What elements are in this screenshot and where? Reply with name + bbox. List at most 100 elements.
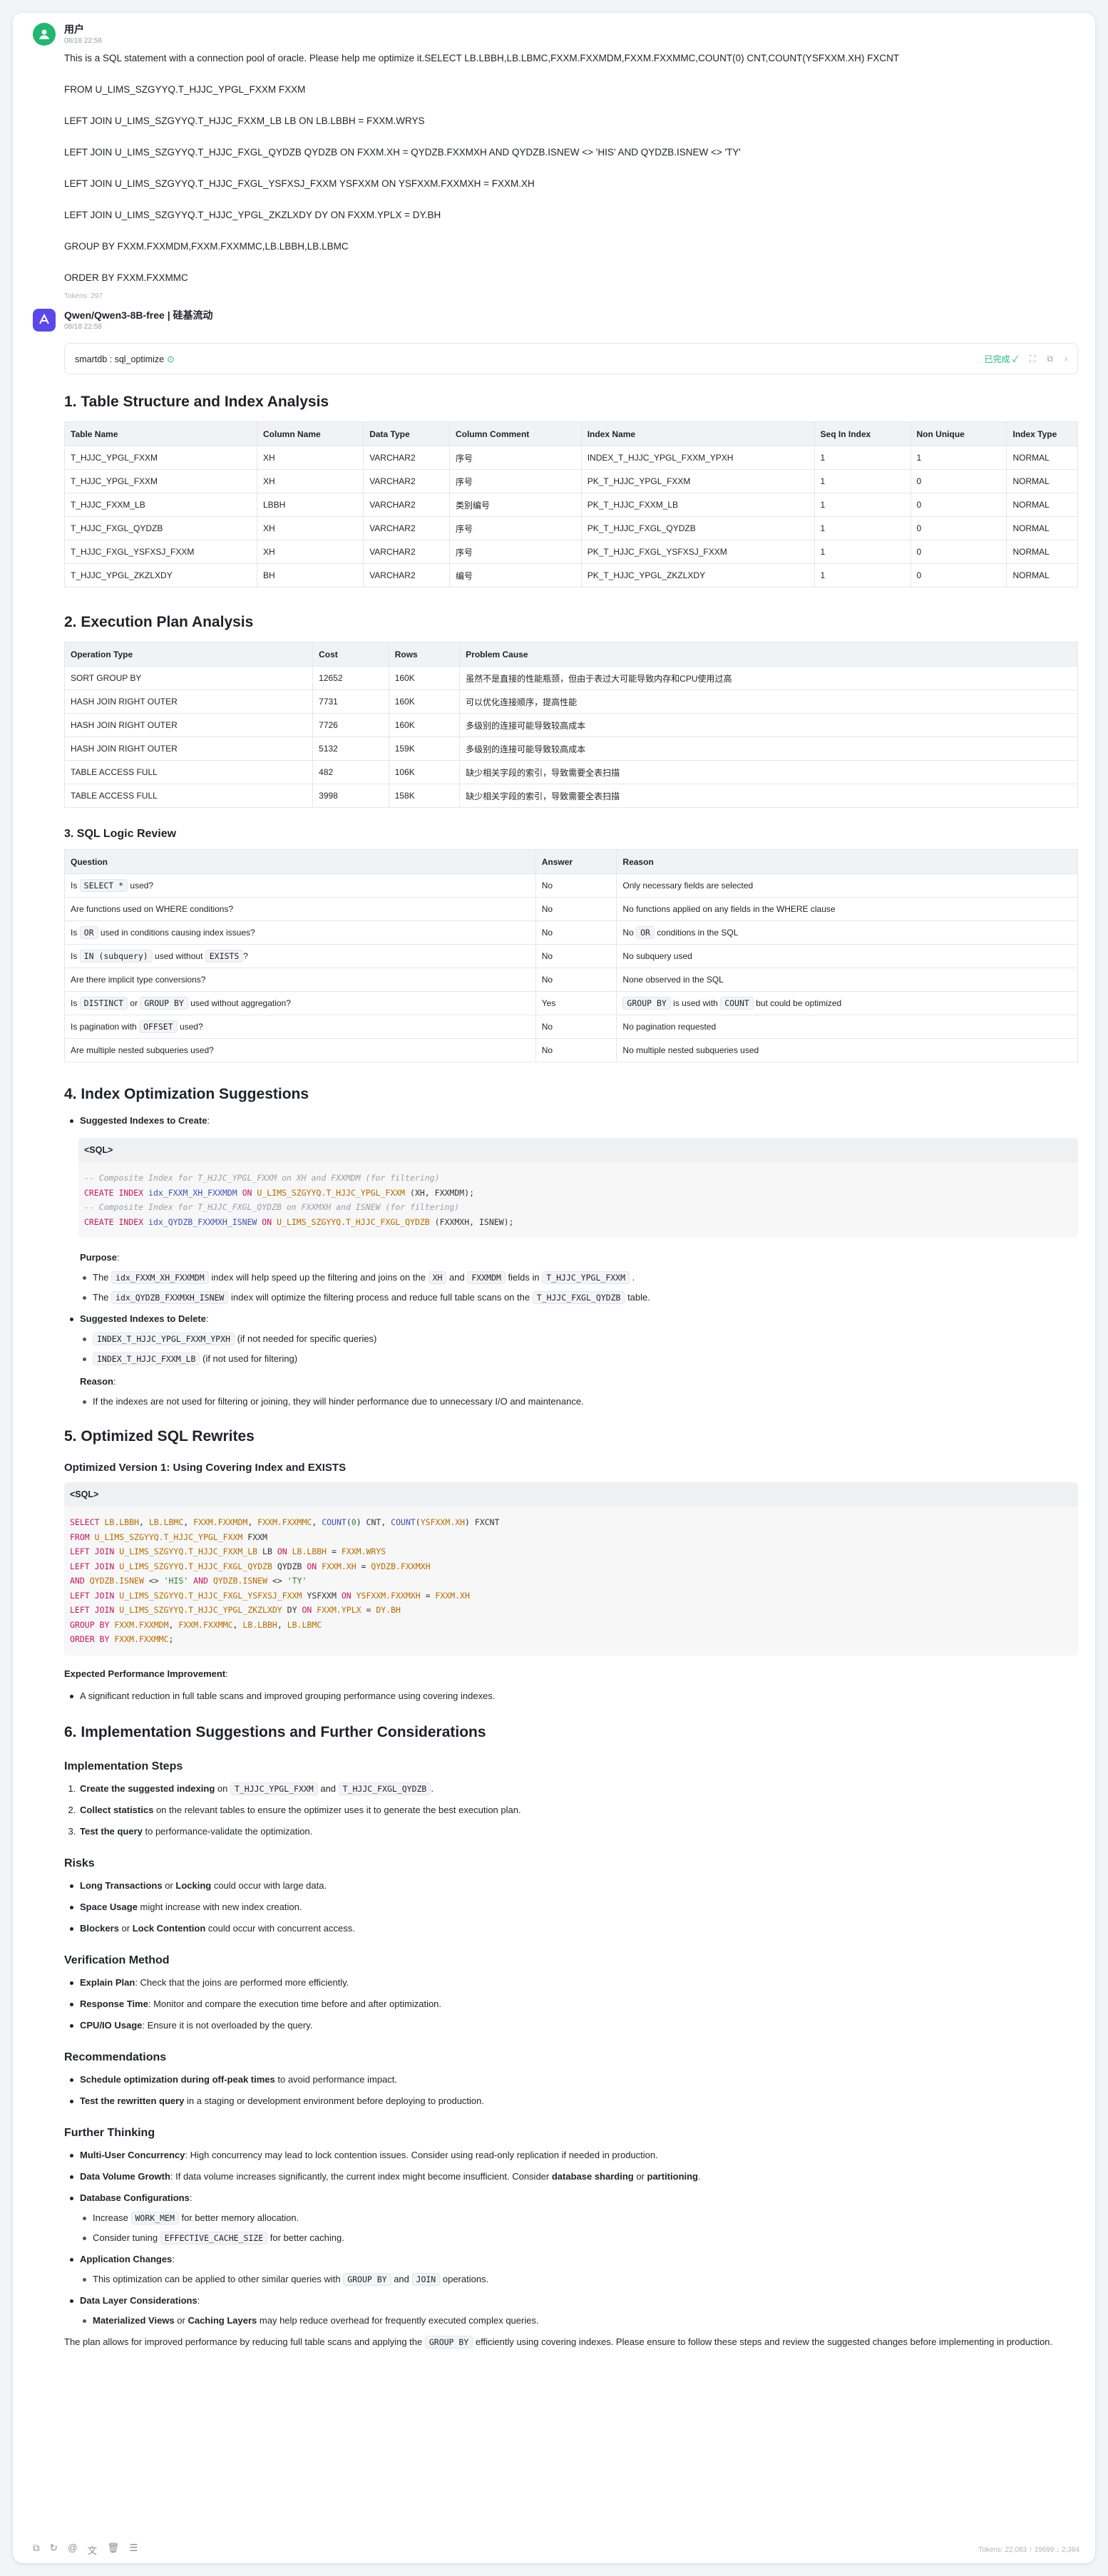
table-cell: T_HJJC_YPGL_FXXM — [64, 469, 257, 493]
user-timestamp: 08/18 22:58 — [64, 37, 102, 45]
text: 序号 — [455, 547, 473, 558]
plan-table: Operation Type Cost Rows Problem Cause SORT … — [63, 642, 1078, 808]
text: Data Volume Growth — [80, 2170, 170, 2182]
table-cell: NORMAL — [1006, 563, 1078, 587]
text: HASH JOIN RIGHT OUTER — [71, 744, 178, 754]
table-cell: Is pagination with OFFSET used? — [64, 1015, 536, 1039]
text: on — [215, 1782, 230, 1794]
perf-list: A significant reduction in full table sc… — [70, 1689, 1078, 1703]
table-cell: LBBH — [256, 493, 364, 517]
text: T_HJJC_FXGL_YSFXSJ_FXXM — [71, 547, 195, 557]
inline-code: COUNT — [720, 997, 754, 1010]
table-cell: T_HJJC_FXGL_YSFXSJ_FXXM — [64, 540, 257, 564]
translate-icon[interactable]: 文 — [88, 2542, 98, 2557]
subsection-title: Risks — [64, 1857, 95, 1869]
text: 7726 — [319, 720, 338, 730]
text: 可以优化连接顺序，提高性能 — [466, 697, 578, 707]
impl-steps: Create the suggested indexing on T_HJJC_… — [78, 1782, 1078, 1839]
table-cell: No subquery used — [616, 944, 1078, 968]
inline-code: T_HJJC_YPGL_FXXM — [230, 1782, 318, 1795]
text: 7731 — [319, 697, 338, 707]
table-cell: 缺少相关字段的索引，导致需要全表扫描 — [459, 784, 1078, 808]
tool-call-card[interactable]: smartdb : sql_optimize ⊙ 已完成 ✓ ⛶ ⧉ › — [64, 343, 1078, 374]
regenerate-icon[interactable]: ↻ — [50, 2542, 58, 2557]
check-circle-icon: ⊙ — [167, 354, 175, 364]
column-header: Cost — [312, 642, 389, 667]
list-item: Materialized Views or Caching Layers may… — [83, 2314, 1078, 2328]
chevron-right-icon[interactable]: › — [1065, 354, 1067, 364]
text: Database Configurations — [80, 2192, 190, 2203]
text: 0 — [916, 523, 922, 533]
bot-message-header: Qwen/Qwen3-8B-free | 硅基流动 08/18 22:58 — [33, 309, 1079, 332]
text: 多级别的连接可能导致较高成本 — [466, 744, 586, 754]
index-suggestion-list: Suggested Indexes to Create: <SQL> -- Co… — [70, 1114, 1078, 1409]
section-title: 5. Optimized SQL Rewrites — [64, 1428, 255, 1444]
text: T_HJJC_FXXM_LB — [71, 500, 145, 510]
copy-icon[interactable]: ⧉ — [33, 2542, 40, 2557]
list-item: Schedule optimization during off-peak ti… — [70, 2073, 1078, 2087]
subsection-title: Optimized Version 1: Using Covering Inde… — [64, 1462, 347, 1474]
text: could occur with large data. — [211, 1879, 327, 1891]
reason-list: If the indexes are not used for filterin… — [83, 1395, 1078, 1409]
table-row: T_HJJC_FXGL_QYDZB XH VARCHAR2 序号 PK_T_HJJC_F… — [64, 516, 1078, 540]
inline-code: SELECT * — [79, 879, 128, 892]
text: Blockers — [80, 1922, 119, 1934]
text: table. — [627, 1292, 650, 1303]
table-cell: No pagination requested — [616, 1015, 1078, 1039]
purpose-list: The idx_FXXM_XH_FXXMDM index will help s… — [83, 1271, 1078, 1305]
user-name: 用户 — [64, 24, 84, 35]
text: VARCHAR2 — [369, 547, 416, 557]
subsection-title: Recommendations — [64, 2051, 167, 2063]
table-cell: 1 — [814, 540, 911, 564]
table-row: Is OR used in conditions causing index i… — [64, 920, 1078, 945]
text: may help reduce overhead for frequently … — [257, 2314, 539, 2326]
inline-code: GROUP BY — [140, 997, 188, 1010]
text: 1 — [820, 453, 826, 463]
code-header: <SQL> — [78, 1138, 1078, 1162]
list-item: Test the rewritten query in a staging or… — [70, 2094, 1078, 2108]
table-row: SORT GROUP BY 12652 160K 虽然不是直接的性能瓶颈，但由于表过大… — [63, 666, 1078, 690]
more-menu-icon[interactable]: ☰ — [129, 2542, 138, 2557]
list-item: Suggested Indexes to Create: <SQL> -- Co… — [70, 1114, 1078, 1305]
code-block: <SQL> -- Composite Index for T_HJJC_YPGL… — [78, 1138, 1078, 1238]
text: Space Usage — [80, 1901, 138, 1912]
copy-icon[interactable]: ⧉ — [1047, 354, 1053, 364]
code-body: SELECT LB.LBBH, LB.LBMC, FXXM.FXXMDM, FX… — [70, 1517, 500, 1644]
text: 序号 — [455, 523, 473, 534]
text: PK_T_HJJC_YPGL_FXXM — [587, 476, 691, 486]
message-actions: ⧉ ↻ @ 文 🗑 ☰ — [33, 2542, 138, 2557]
text: 12652 — [319, 673, 343, 683]
text: No — [541, 904, 553, 914]
text: used? — [128, 881, 154, 891]
table-cell: 多级别的连接可能导致较高成本 — [459, 713, 1078, 737]
table-row: HASH JOIN RIGHT OUTER 7726 160K 多级别的连接可能导致较… — [63, 713, 1078, 737]
table-cell: XH — [256, 516, 364, 540]
table-cell: NORMAL — [1006, 493, 1078, 517]
delete-icon[interactable]: 🗑 — [107, 2542, 119, 2557]
column-header: Index Name — [580, 421, 815, 446]
user-message-header: 用户 08/18 22:58 — [33, 23, 1079, 46]
text: 3998 — [319, 791, 338, 801]
inline-code: OR — [79, 926, 98, 939]
table-row: Is SELECT * used? No Only necessary fields… — [64, 873, 1078, 898]
expand-icon[interactable]: ⛶ — [1030, 354, 1035, 364]
user-line: LEFT JOIN U_LIMS_SZGYYQ.T_HJJC_YPGL_ZKZL… — [64, 210, 441, 220]
list-item: Space Usage might increase with new inde… — [70, 1900, 1078, 1914]
tool-actions: 已完成 ✓ ⛶ ⧉ › — [984, 353, 1067, 365]
section-title: 2. Execution Plan Analysis — [64, 614, 254, 630]
text: or — [174, 2314, 188, 2326]
table-cell: 缺少相关字段的索引，导致需要全表扫描 — [459, 760, 1078, 784]
table-cell: HASH JOIN RIGHT OUTER — [63, 737, 314, 761]
text: might increase with new index creation. — [137, 1901, 302, 1912]
user-message-body: This is a SQL statement with a connectio… — [64, 51, 1079, 300]
text: or — [128, 998, 140, 1008]
table-cell: T_HJJC_YPGL_ZKZLXDY — [64, 563, 257, 587]
list-item: Test the query to performance-validate t… — [78, 1825, 1078, 1839]
text: Only necessary fields are selected — [622, 881, 754, 891]
text: Is — [71, 881, 80, 891]
mention-icon[interactable]: @ — [68, 2542, 78, 2557]
text: No multiple nested subqueries used — [622, 1045, 759, 1055]
table-cell: Is SELECT * used? — [64, 873, 536, 898]
sub-list: This optimization can be applied to othe… — [83, 2272, 1078, 2287]
text: or — [118, 1922, 133, 1934]
